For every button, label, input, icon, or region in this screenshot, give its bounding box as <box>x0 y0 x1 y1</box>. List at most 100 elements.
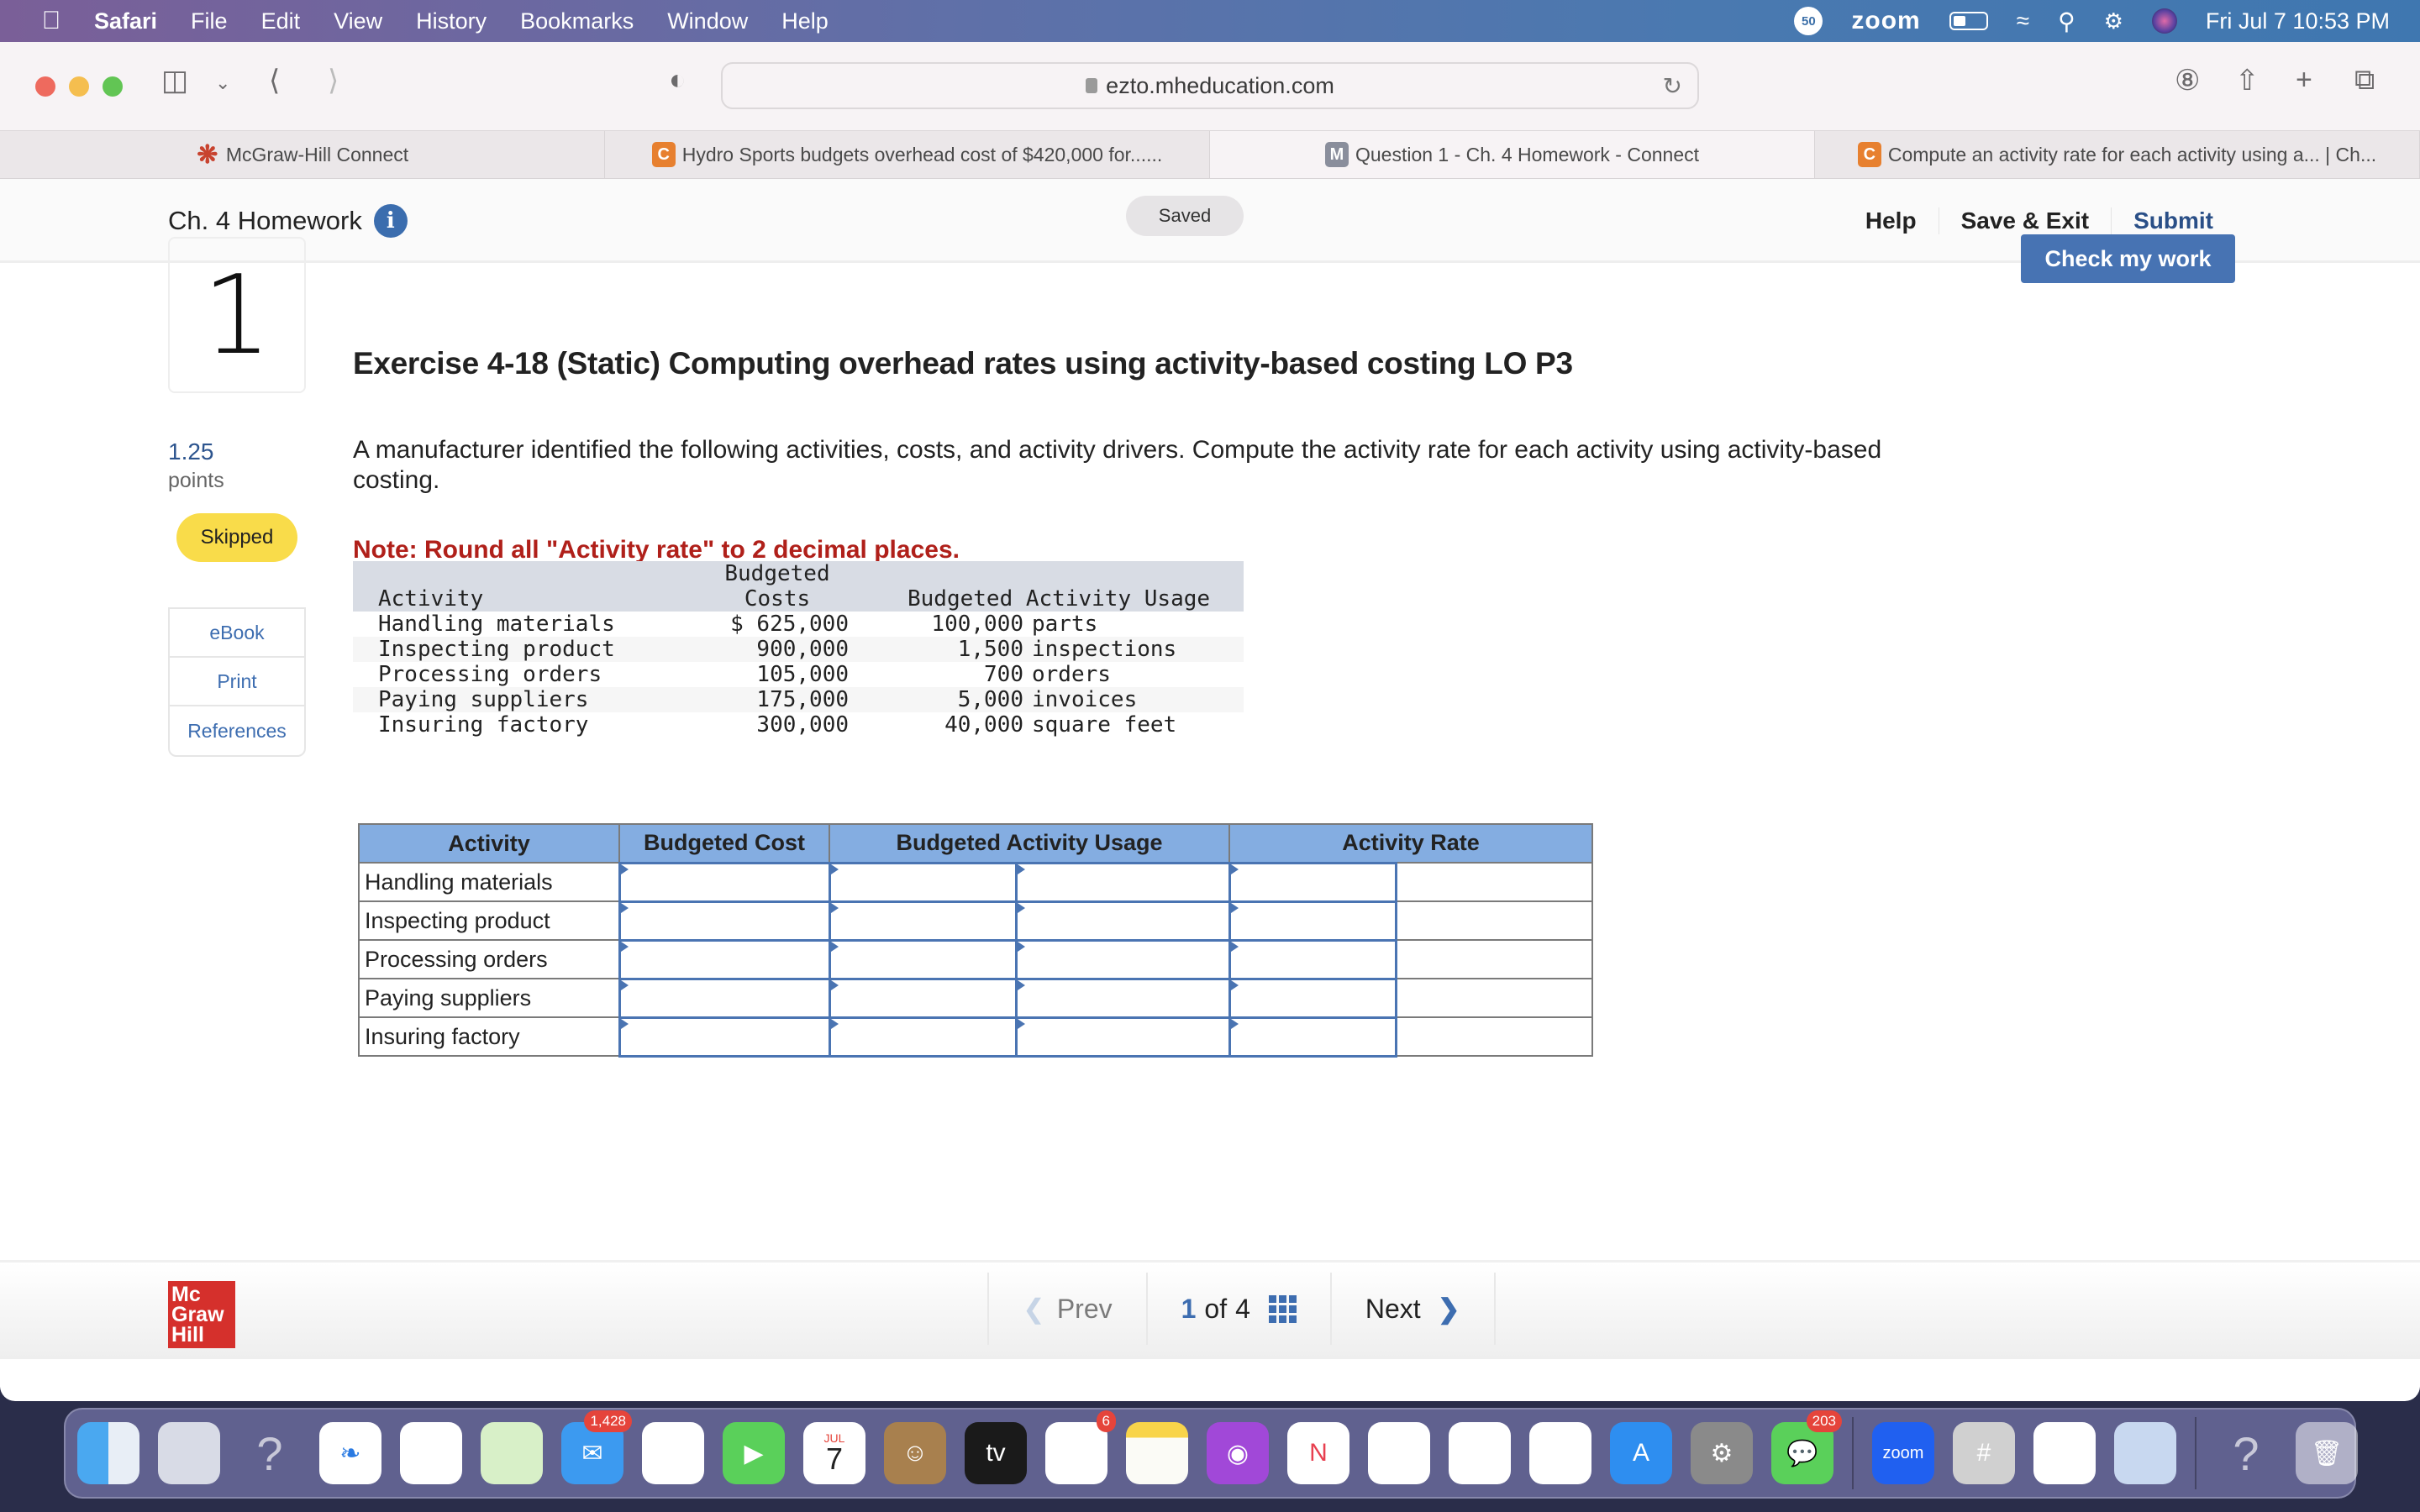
budgeted-cost-input[interactable] <box>620 979 829 1016</box>
references-link[interactable]: References <box>170 706 304 755</box>
activity-usage-unit-input[interactable] <box>1017 941 1228 978</box>
tab-mcgraw-hill-connect[interactable]: ❋ McGraw-Hill Connect <box>0 131 605 178</box>
dock-trash-icon[interactable]: 🗑 <box>2296 1422 2358 1484</box>
new-tab-icon[interactable]: + <box>2296 64 2312 97</box>
budgeted-cost-input[interactable] <box>620 864 829 900</box>
activity-rate-unit-input[interactable] <box>1397 1018 1591 1055</box>
dock-reminders-icon[interactable]: 6 <box>1045 1410 1116 1484</box>
dock-photos-icon[interactable]: ✿ <box>642 1422 704 1484</box>
minimize-window-button[interactable] <box>69 76 89 97</box>
submit-link[interactable]: Submit <box>2111 207 2235 234</box>
dock-numbers-icon[interactable] <box>1449 1422 1511 1484</box>
check-my-work-button[interactable]: Check my work <box>2021 234 2235 283</box>
budgeted-cost-cell[interactable] <box>618 977 831 1019</box>
activity-usage-cell[interactable] <box>828 938 1018 980</box>
activity-rate-cell[interactable] <box>1228 1016 1397 1058</box>
menu-history[interactable]: History <box>416 8 487 34</box>
tab-hydro-sports[interactable]: C Hydro Sports budgets overhead cost of … <box>605 131 1210 178</box>
activity-usage-input[interactable] <box>830 1018 1015 1055</box>
tab-question-1[interactable]: M Question 1 - Ch. 4 Homework - Connect <box>1210 131 1815 178</box>
activity-rate-cell[interactable] <box>1228 900 1397 942</box>
dock-apple-tv-icon[interactable]: tv <box>965 1422 1027 1484</box>
reload-icon[interactable]: ↻ <box>1663 72 1682 100</box>
activity-rate-cell[interactable] <box>1228 861 1397 903</box>
fullscreen-window-button[interactable] <box>103 76 123 97</box>
dock-system-preferences-icon[interactable]: ⚙ <box>1691 1422 1753 1484</box>
ebook-link[interactable]: eBook <box>170 609 304 658</box>
apple-menu-icon[interactable]:  <box>39 7 64 35</box>
dock-unknown-app-icon[interactable]: ? <box>239 1422 301 1484</box>
dock-maps-icon[interactable] <box>481 1422 543 1484</box>
dock-unknown-app-2-icon[interactable]: ? <box>2215 1422 2277 1484</box>
dock-launchpad-icon[interactable] <box>158 1422 220 1484</box>
budgeted-cost-input[interactable] <box>620 1018 829 1055</box>
dock-calculator-icon[interactable]: # <box>1953 1422 2015 1484</box>
menu-file[interactable]: File <box>191 8 228 34</box>
activity-rate-cell[interactable] <box>1228 977 1397 1019</box>
wifi-icon[interactable]: ≈ <box>2017 8 2029 34</box>
budgeted-cost-cell[interactable] <box>618 1016 831 1058</box>
menu-view[interactable]: View <box>334 8 382 34</box>
forward-icon[interactable]: ⟩ <box>328 64 339 97</box>
dock-calendar-icon[interactable]: JUL 7 <box>803 1422 865 1484</box>
activity-usage-cell[interactable] <box>828 977 1018 1019</box>
back-icon[interactable]: ⟨ <box>269 64 280 97</box>
next-button[interactable]: Next ❯ <box>1329 1273 1496 1345</box>
activity-usage-unit-input[interactable] <box>1017 1018 1228 1055</box>
menu-datetime[interactable]: Fri Jul 7 10:53 PM <box>2206 8 2390 34</box>
activity-usage-unit-cell[interactable] <box>1014 977 1231 1019</box>
dock-contacts-icon[interactable]: ☺ <box>884 1422 946 1484</box>
sidebar-toggle-icon[interactable]: ◫ <box>161 64 188 97</box>
dock-app-store-icon[interactable]: A <box>1610 1422 1672 1484</box>
control-center-icon[interactable]: ⚙ <box>2104 8 2123 34</box>
dock-notes-icon[interactable] <box>1126 1422 1188 1484</box>
activity-usage-unit-input[interactable] <box>1017 979 1228 1016</box>
dock-podcasts-icon[interactable]: ◉ <box>1207 1422 1269 1484</box>
activity-usage-unit-cell[interactable] <box>1014 1016 1231 1058</box>
budgeted-cost-input[interactable] <box>620 941 829 978</box>
question-grid-icon[interactable] <box>1268 1294 1297 1323</box>
zoom-status-icon[interactable]: zoom <box>1851 7 1920 35</box>
activity-usage-unit-cell[interactable] <box>1014 861 1231 903</box>
dock-facetime-icon[interactable]: ▶ <box>723 1422 785 1484</box>
chevron-down-icon[interactable]: ⌄ <box>215 72 230 94</box>
dock-mail-icon[interactable]: ✉ 1,428 <box>561 1410 632 1484</box>
activity-rate-unit-input[interactable] <box>1397 941 1591 978</box>
page-indicator[interactable]: 1 of 4 <box>1145 1273 1330 1345</box>
prev-button[interactable]: ❮ Prev <box>987 1273 1146 1345</box>
menu-edit[interactable]: Edit <box>261 8 301 34</box>
menu-app-name[interactable]: Safari <box>94 8 157 34</box>
activity-rate-unit-input[interactable] <box>1397 979 1591 1016</box>
siri-icon[interactable] <box>2151 8 2177 34</box>
dock-safari-icon[interactable]: ❧ <box>319 1422 381 1484</box>
help-link[interactable]: Help <box>1844 207 1939 234</box>
battery-icon[interactable] <box>1949 12 1988 30</box>
activity-usage-unit-cell[interactable] <box>1014 938 1231 980</box>
save-exit-link[interactable]: Save & Exit <box>1938 207 2112 234</box>
spotlight-search-icon[interactable]: ⚲ <box>2058 8 2075 35</box>
dock-pages-icon[interactable] <box>1529 1422 1591 1484</box>
address-bar[interactable]: ezto.mheducation.com ↻ <box>721 62 1699 109</box>
budgeted-cost-cell[interactable] <box>618 938 831 980</box>
activity-usage-cell[interactable] <box>828 1016 1018 1058</box>
activity-usage-unit-input[interactable] <box>1017 902 1228 939</box>
activity-usage-cell[interactable] <box>828 861 1018 903</box>
activity-usage-input[interactable] <box>830 979 1015 1016</box>
close-window-button[interactable] <box>35 76 55 97</box>
activity-usage-unit-cell[interactable] <box>1014 900 1231 942</box>
menu-window[interactable]: Window <box>667 8 748 34</box>
dock-finder-icon[interactable] <box>77 1422 139 1484</box>
activity-usage-input[interactable] <box>830 864 1015 900</box>
activity-rate-input[interactable] <box>1230 1018 1395 1055</box>
budgeted-cost-input[interactable] <box>620 902 829 939</box>
menu-help[interactable]: Help <box>781 8 829 34</box>
share-icon[interactable]: ⇧ <box>2235 64 2260 97</box>
dock-telegram-icon[interactable]: ➤ <box>2033 1422 2096 1484</box>
activity-rate-input[interactable] <box>1230 902 1395 939</box>
budgeted-cost-cell[interactable] <box>618 900 831 942</box>
dock-chrome-icon[interactable]: ◉ <box>400 1422 462 1484</box>
notification-badge-icon[interactable]: 50 <box>1794 7 1823 35</box>
activity-rate-input[interactable] <box>1230 864 1395 900</box>
activity-usage-unit-input[interactable] <box>1017 864 1228 900</box>
activity-usage-cell[interactable] <box>828 900 1018 942</box>
